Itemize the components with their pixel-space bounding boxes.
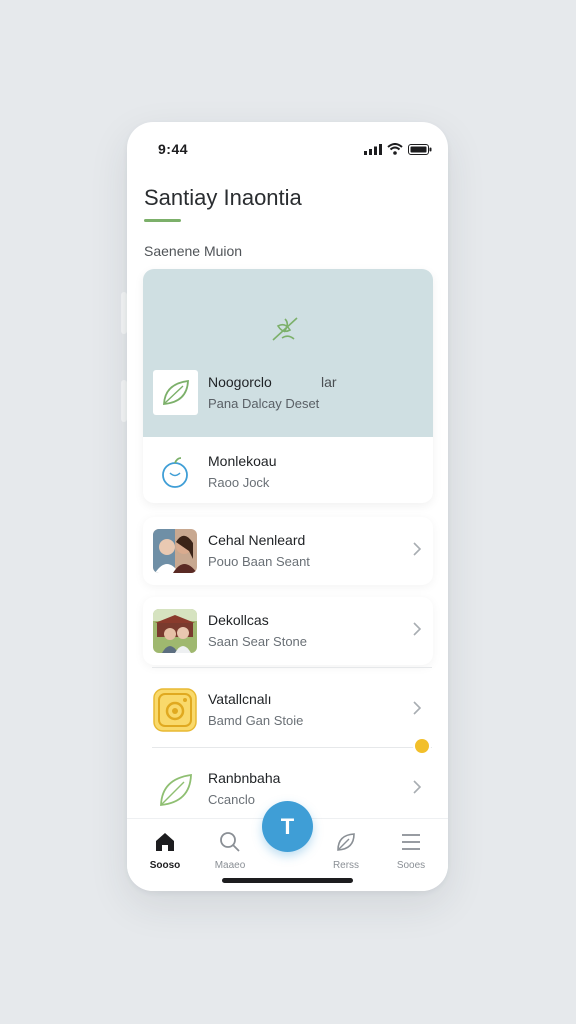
tab-label: Sooes [396, 860, 426, 871]
list-item[interactable]: Dekollcas Saan Sear Stone [143, 597, 433, 665]
item-name: Cehal Nenleard [208, 532, 306, 548]
featured-banner[interactable]: Noogorclo lar Pana Dalcay Deset [143, 269, 433, 437]
divider [152, 747, 432, 748]
home-icon [154, 833, 176, 857]
search-icon [219, 832, 241, 857]
apple-icon [157, 455, 193, 496]
item-name: Vatallcnalı [208, 691, 272, 707]
signal-icon [364, 142, 382, 160]
section-label: Saenene Muion [144, 243, 243, 259]
leaf-outline-icon [335, 833, 357, 857]
tab-label: Rerss [332, 860, 360, 871]
item-subtitle: Pouo Baan Seant [208, 554, 310, 569]
featured-name: Noogorclo [208, 374, 272, 390]
tab-label: Maaeo [214, 860, 246, 871]
menu-icon [400, 834, 422, 857]
leaf-icon [162, 379, 189, 405]
item-subtitle: Bamd Gan Stoie [208, 713, 304, 728]
battery-icon [408, 142, 432, 160]
couple-photo [153, 609, 197, 653]
people-photo [153, 529, 197, 573]
item-name: Ranbnbaha [208, 770, 281, 786]
item-subtitle: Saan Sear Stone [208, 634, 308, 649]
page-title: Santiay Inaontia [144, 185, 302, 210]
featured-subtitle: Pana Dalcay Deset [208, 396, 320, 411]
featured-thumbnail [153, 370, 198, 415]
camera-icon [153, 688, 197, 732]
chevron-right-icon [413, 542, 422, 561]
chevron-right-icon [413, 701, 422, 720]
list-item[interactable]: Vatallcnalı Bamd Gan Stoie [143, 676, 433, 744]
featured-tag: lar [321, 374, 337, 390]
fab-button[interactable]: T [262, 801, 313, 852]
title-underline [144, 219, 181, 222]
wifi-icon [387, 142, 403, 160]
tab-search[interactable]: Maaeo [205, 831, 255, 871]
list-item[interactable]: Cehal Nenleard Pouo Baan Seant [143, 517, 433, 585]
item-name: Dekollcas [208, 612, 269, 628]
featured-secondary-row[interactable]: Monlekoau Raoo Jock [143, 437, 433, 503]
item-subtitle: Ccanclo [208, 792, 255, 807]
tab-home[interactable]: Sooso [140, 831, 190, 871]
status-bar: 9:44 [127, 122, 448, 176]
chevron-right-icon [413, 622, 422, 641]
secondary-subtitle: Raoo Jock [208, 475, 270, 490]
status-time: 9:44 [158, 141, 189, 157]
tab-label: Sooso [149, 860, 181, 871]
leaf-icon [153, 767, 197, 811]
divider [152, 667, 432, 668]
notification-badge [415, 739, 429, 753]
tab-leaf[interactable]: Rerss [321, 831, 371, 871]
chevron-right-icon [413, 780, 422, 799]
sprout-icon [268, 312, 302, 351]
tab-menu[interactable]: Sooes [386, 831, 436, 871]
secondary-name: Monlekoau [208, 453, 277, 469]
home-indicator[interactable] [222, 878, 353, 883]
phone-screen: 9:44 Santiay Inaontia Saenene Muion Noog… [127, 122, 448, 891]
featured-card[interactable]: Noogorclo lar Pana Dalcay Deset Monlekoa… [143, 269, 433, 503]
